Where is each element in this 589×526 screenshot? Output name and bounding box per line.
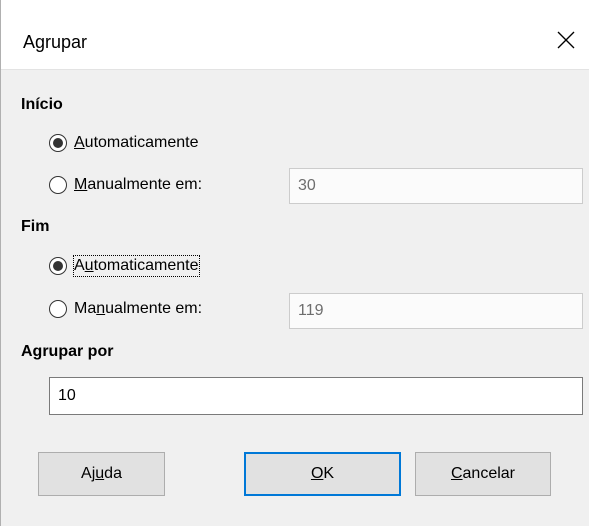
end-heading: Fim	[21, 218, 50, 235]
end-auto-option[interactable]: Automaticamente	[49, 254, 200, 278]
end-value: 119	[298, 302, 324, 319]
start-auto-option[interactable]: Automaticamente	[49, 131, 199, 155]
group-by-field[interactable]: 10	[49, 377, 583, 415]
dialog-title: Agrupar	[23, 32, 88, 52]
start-value-field[interactable]: 30	[289, 168, 583, 204]
group-dialog: Agrupar Início Automaticamente Manualmen…	[0, 0, 589, 526]
end-auto-radio[interactable]	[49, 257, 67, 275]
help-button[interactable]: Ajuda	[38, 452, 165, 496]
start-manual-label: Manualmente em:	[74, 176, 203, 193]
start-value: 30	[298, 177, 316, 194]
start-auto-label: Automaticamente	[74, 134, 199, 151]
group-by-value: 10	[58, 387, 76, 404]
cancel-button[interactable]: Cancelar	[415, 452, 551, 496]
ok-button-label: OK	[310, 465, 335, 482]
start-manual-option[interactable]: Manualmente em:	[49, 173, 202, 197]
close-icon	[557, 31, 575, 49]
start-manual-radio[interactable]	[49, 176, 67, 194]
title-bar: Agrupar	[1, 0, 589, 70]
close-button[interactable]	[544, 18, 588, 62]
start-heading: Início	[21, 96, 63, 113]
start-auto-radio[interactable]	[49, 134, 67, 152]
end-value-field[interactable]: 119	[289, 293, 583, 329]
end-manual-label: Manualmente em:	[74, 300, 203, 317]
ok-button[interactable]: OK	[244, 452, 401, 496]
group-by-heading: Agrupar por	[21, 343, 114, 360]
end-auto-label: Automaticamente	[73, 255, 200, 277]
end-manual-option[interactable]: Manualmente em:	[49, 297, 202, 321]
help-button-label: Ajuda	[81, 465, 122, 482]
cancel-button-label: Cancelar	[450, 465, 516, 482]
end-manual-radio[interactable]	[49, 300, 67, 318]
